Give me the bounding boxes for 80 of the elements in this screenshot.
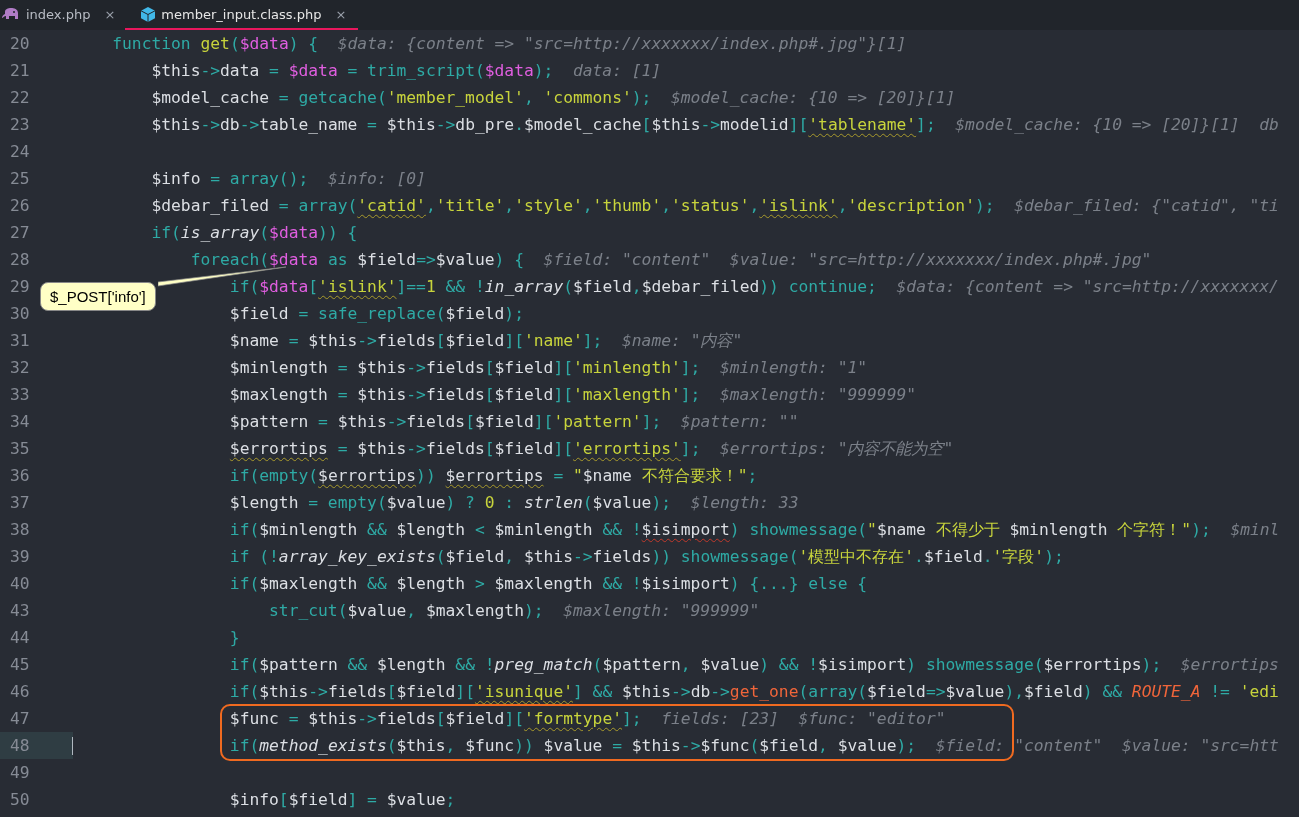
code-line: $length = empty($value) ? 0 : strlen($value);: [229, 492, 672, 513]
line-number: 36: [9, 465, 31, 487]
code-line: if($data['islink']==1 && !in_array($field,$debar_filed)) continue;: [229, 276, 877, 297]
inline-debug-value: $length: 33: [690, 492, 799, 513]
file-tab[interactable]: member_input.class.php ×: [125, 0, 359, 30]
code-line: $func = $this->fields[$field]['formtype'];: [229, 708, 642, 729]
cube-icon: [141, 6, 156, 22]
code-line: $field = safe_replace($field);: [229, 303, 524, 324]
line-number: 31: [9, 330, 31, 352]
code-line: $info[$field] = $value;: [229, 789, 456, 810]
inline-debug-value: $info: [0]: [327, 168, 426, 189]
code-line: $name = $this->fields[$field]['name'];: [229, 330, 603, 351]
code-line: $debar_filed = array('catid','title','style','thumb','status','islink','description');: [151, 195, 995, 216]
line-number: 25: [9, 168, 31, 190]
code-line: $this->data = $data = trim_script($data);: [151, 60, 554, 81]
code-line: $model_cache = getcache('member_model', 'commons');: [151, 87, 652, 108]
line-number: 32: [9, 357, 31, 379]
inline-debug-value: $field: "content" $value: "src=htt: [935, 735, 1279, 756]
code-line: if($minlength && $length < $minlength && !$isimport) showmessage("$name 不得少于 $minlength 个字符！");: [229, 519, 1211, 540]
code-line: $info = array();: [151, 168, 309, 189]
line-number: 50: [9, 789, 31, 811]
code-line: $errortips = $this->fields[$field]['errortips'];: [229, 438, 701, 459]
inline-debug-value: $name: "内容": [622, 330, 743, 351]
line-number: 47: [9, 708, 31, 730]
line-number: 37: [9, 492, 31, 514]
callout-label: $_POST['info']: [40, 282, 156, 311]
code-line: str_cut($value, $maxlength);: [269, 600, 544, 621]
file-tab[interactable]: index.php ×: [0, 0, 124, 30]
code-line: if($maxlength && $length > $maxlength && !$isimport) {...} else {: [229, 573, 868, 594]
code-line: if(is_array($data)) {: [151, 222, 358, 243]
code-line: }: [229, 627, 240, 648]
line-number: 23: [9, 114, 31, 136]
line-number: 33: [9, 384, 31, 406]
inline-debug-value: $field: "content" $value: "src=http://xxxxxxx/index.php#.jpg": [543, 249, 1152, 270]
line-number: 24: [9, 141, 31, 163]
code-line: $minlength = $this->fields[$field]['minlength'];: [229, 357, 701, 378]
line-number: 22: [9, 87, 31, 109]
inline-debug-value: $model_cache: {10 => [20]}[1]: [670, 87, 956, 108]
inline-debug-value: $minl: [1230, 519, 1280, 540]
inline-debug-value: fields: [23] $func: "editor": [661, 708, 946, 729]
line-number: 35: [9, 438, 31, 460]
line-number: 27: [9, 222, 31, 244]
code-line: if(method_exists($this, $func)) $value = $this->$func($field, $value);: [229, 735, 917, 756]
line-number: 28: [9, 249, 31, 271]
code-line: function get($data) {: [112, 33, 319, 54]
code-line: $pattern = $this->fields[$field]['pattern'];: [229, 411, 662, 432]
line-number: 39: [9, 546, 31, 568]
code-line: if(empty($errortips)) $errortips = "$name 不符合要求！";: [229, 465, 758, 486]
line-number: 26: [9, 195, 31, 217]
line-number: 49: [9, 762, 31, 784]
code-line: if($this->fields[$field]['isunique'] && $this->db->get_one(array($field=>$value),$field) && ROUTE_A != 'edi: [229, 681, 1279, 702]
line-number: 20: [9, 33, 31, 55]
close-tab-icon[interactable]: ×: [104, 6, 116, 22]
inline-debug-value: data: [1]: [572, 60, 662, 81]
inline-debug-value: $data: {content => "src=http://xxxxxxx/: [896, 276, 1279, 297]
code-line: $this->db->table_name = $this->db_pre.$model_cache[$this->modelid]['tablename'];: [151, 114, 936, 135]
inline-debug-value: $debar_filed: {"catid", "ti: [1014, 195, 1279, 216]
line-number: 43: [9, 600, 31, 622]
line-number: 30: [9, 303, 31, 325]
inline-debug-value: $data: {content => "src=http://xxxxxxx/index.php#.jpg"}[1]: [337, 33, 907, 54]
line-number: 48: [0, 732, 73, 759]
line-number: 45: [9, 654, 31, 676]
line-number: 40: [9, 573, 31, 595]
inline-debug-value: $maxlength: "999999": [720, 384, 917, 405]
code-line: if($pattern && $length && !preg_match($pattern, $value) && !$isimport) showmessage($errortips);: [229, 654, 1162, 675]
inline-debug-value: $errortips: [1180, 654, 1279, 675]
line-number: 44: [9, 627, 31, 649]
inline-debug-value: $model_cache: {10 => [20]}[1] db: [955, 114, 1279, 135]
line-number: 46: [9, 681, 31, 703]
line-number: 21: [9, 60, 31, 82]
close-tab-icon[interactable]: ×: [335, 6, 347, 22]
inline-debug-value: $pattern: "": [680, 411, 799, 432]
inline-debug-value: $errortips: "内容不能为空": [720, 438, 954, 459]
line-number: 34: [9, 411, 31, 433]
code-line: $maxlength = $this->fields[$field]['maxlength'];: [229, 384, 701, 405]
inline-debug-value: $maxlength: "999999": [563, 600, 760, 621]
code-line: foreach($data as $field=>$value) {: [190, 249, 524, 270]
code-line: if (!array_key_exists($field, $this->fields)) showmessage('模型中不存在'.$field.'字段');: [229, 546, 1064, 567]
line-number: 38: [9, 519, 31, 541]
inline-debug-value: $minlength: "1": [720, 357, 868, 378]
